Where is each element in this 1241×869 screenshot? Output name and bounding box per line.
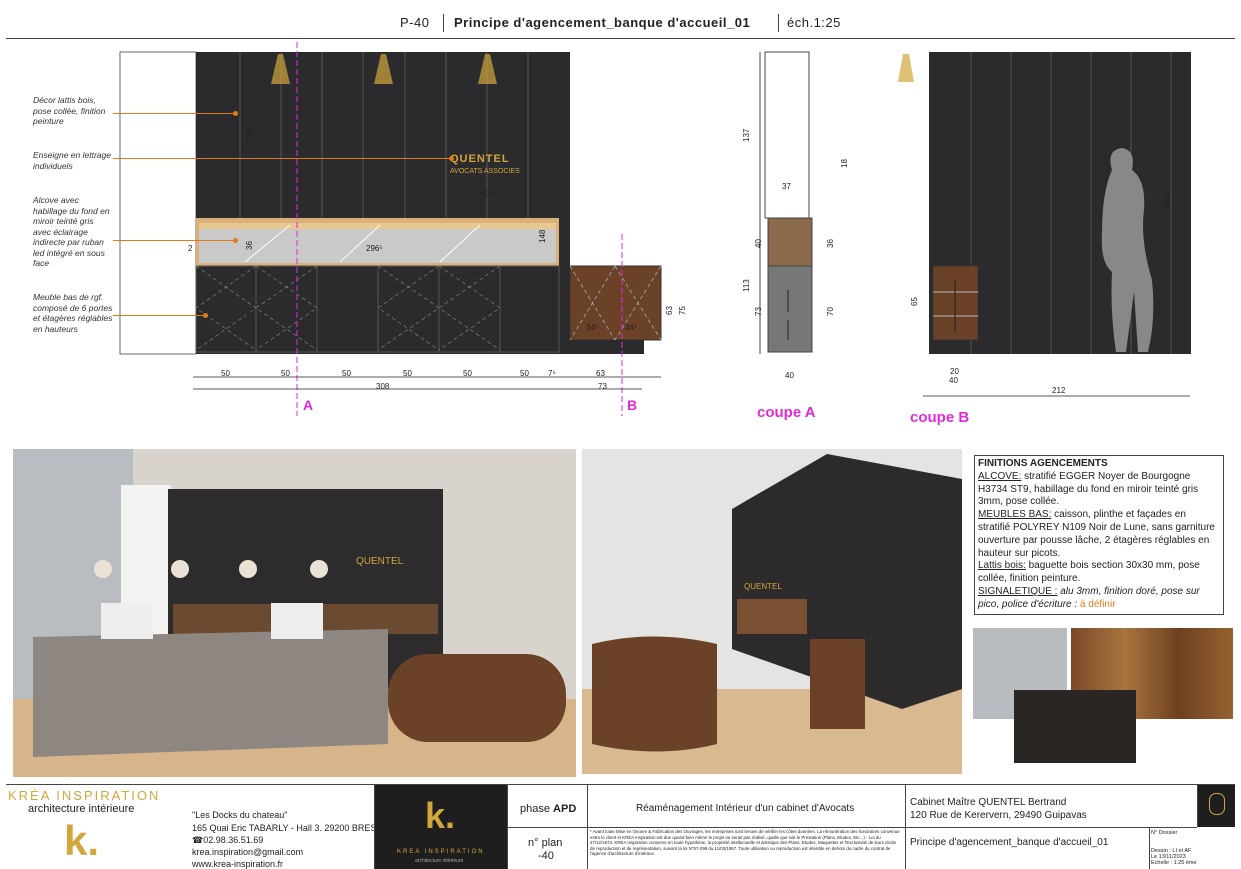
page-title: Principe d'agencement_banque d'accueil_0…: [454, 15, 751, 30]
dim-34b: 34⁵: [625, 323, 638, 332]
footer-phone: ☎02.98.36.51.69: [192, 835, 264, 845]
meubles-label: MEUBLES BAS:: [978, 509, 1052, 521]
logo-k: k.: [425, 795, 456, 836]
dim-20: 20: [950, 367, 959, 376]
dim-18: 18: [840, 159, 849, 168]
dim-70: 70: [245, 309, 254, 318]
logo-name: KREA INSPIRATION: [397, 849, 485, 855]
render2-sign: QUENTEL: [744, 582, 782, 591]
footer-project-cell: Réaménagement Intérieur d'un cabinet d'A…: [587, 785, 905, 869]
dim-65: 65: [910, 297, 919, 306]
plan-value: -40: [538, 850, 554, 862]
note-decor: Décor lattis bois, pose collée, finition…: [33, 95, 106, 126]
dim-36: 36: [245, 241, 254, 250]
title-block: KRÉA INSPIRATION architecture intérieure…: [6, 784, 1235, 869]
plan-label: n° plan: [528, 837, 563, 849]
legal-text: * Avant toute Mise en Oeuvre & Fabricati…: [590, 829, 900, 857]
dim-70-a: 70: [826, 307, 835, 316]
section-b-marker: B: [627, 397, 638, 413]
page-number: P-40: [400, 15, 430, 30]
finitions-heading: FINITIONS AGENCEMENTS: [978, 458, 1108, 469]
footer-addr1: "Les Docks du chateau": [192, 810, 288, 820]
signal-label: SIGNALETIQUE :: [978, 585, 1058, 597]
footer-client-cell: Cabinet Maître QUENTEL Bertrand 120 Rue …: [905, 785, 1197, 869]
footer-brand-sub: architecture intérieure: [28, 803, 135, 815]
echelle-label: Echelle : 1:25 ème: [1151, 860, 1197, 866]
note-alcove: Alcove avec habillage du fond en miroir …: [33, 195, 110, 268]
client-name: Cabinet Maître QUENTEL Bertrand: [910, 797, 1067, 808]
section-a-marker: A: [303, 397, 314, 413]
sign-brand: QUENTEL: [450, 153, 510, 165]
phase-value: APD: [553, 803, 577, 815]
dim-50-4: 50: [403, 369, 412, 378]
dim-308: 308: [376, 382, 390, 391]
coupe-b-label: coupe B: [910, 409, 970, 426]
dim-73-a: 73: [754, 307, 763, 316]
dim-212: 212: [1052, 386, 1066, 395]
dim-296: 296⁵: [366, 244, 383, 253]
dim-73: 73: [598, 382, 607, 391]
lattis-label: Lattis bois:: [978, 560, 1026, 572]
dim-137: 137: [245, 128, 254, 142]
dim-137-a: 137: [742, 128, 751, 142]
dim-37: 37: [782, 182, 791, 191]
dim-40-a: 40: [754, 239, 763, 248]
title-bar: P-40 Principe d'agencement_banque d'accu…: [0, 8, 1241, 39]
dim-250: 250: [1163, 194, 1172, 208]
dim-40: 40: [785, 371, 794, 380]
coupe-a-label: coupe A: [757, 404, 816, 421]
dim-75: 75: [678, 306, 687, 315]
render-front-view: [13, 449, 576, 777]
footer-addr2: 165 Quai Eric TABARLY - Hall 3. 29200 BR…: [192, 823, 382, 833]
signal-def: à définir: [1079, 598, 1116, 610]
footer-email: krea.inspiration@gmail.com: [192, 847, 304, 857]
sign-subtitle: AVOCATS ASSOCIES: [450, 168, 520, 175]
dim-113: 113: [742, 279, 751, 292]
render-perspective-view: [582, 449, 962, 774]
dim-50-1: 50: [221, 369, 230, 378]
dim-50-3: 50: [342, 369, 351, 378]
footer-phase-cell: phase APD n° plan -40: [507, 785, 587, 869]
swatch-noir: [1014, 690, 1136, 763]
dim-60: 60⁵: [480, 189, 493, 198]
finitions-panel: FINITIONS AGENCEMENTS ALCOVE: stratifié …: [974, 455, 1224, 615]
dim-63: 63: [665, 306, 674, 315]
dim-148: 148: [538, 229, 547, 243]
dim-7: 7⁵: [548, 369, 556, 378]
footer-k-logo: k.: [64, 817, 100, 864]
note-enseigne: Enseigne en lettrage individuels: [33, 150, 111, 171]
footer-logo-block: k. KREA INSPIRATION architecture intérie…: [374, 785, 507, 869]
client-address: 120 Rue de Kerervern, 29490 Guipavas: [910, 810, 1087, 821]
note-meuble: Meuble bas de rgf. composé de 6 portes e…: [33, 292, 113, 334]
render1-sign: QUENTEL: [356, 556, 404, 567]
dim-50-5: 50: [463, 369, 472, 378]
dim-36-a: 36: [826, 239, 835, 248]
dim-34a: 34⁵: [586, 323, 599, 332]
dossier-label: N° Dossier: [1151, 830, 1178, 836]
footer-brand: KRÉA INSPIRATION: [8, 788, 161, 803]
dim-63-w: 63: [596, 369, 605, 378]
phase-label: phase: [520, 803, 550, 815]
sheet-title: Principe d'agencement_banque d'accueil_0…: [910, 837, 1109, 848]
scale-label: éch.1:25: [787, 15, 841, 30]
alcove-label: ALCOVE:: [978, 470, 1022, 482]
dim-2: 2: [188, 244, 193, 253]
project-name: Réaménagement Intérieur d'un cabinet d'A…: [636, 803, 855, 814]
dim-40-b: 40: [949, 376, 958, 385]
footer-q-logo: [1197, 785, 1235, 827]
dim-50-6: 50: [520, 369, 529, 378]
logo-sub: architecture intérieure: [415, 858, 464, 864]
dim-50-2: 50: [281, 369, 290, 378]
